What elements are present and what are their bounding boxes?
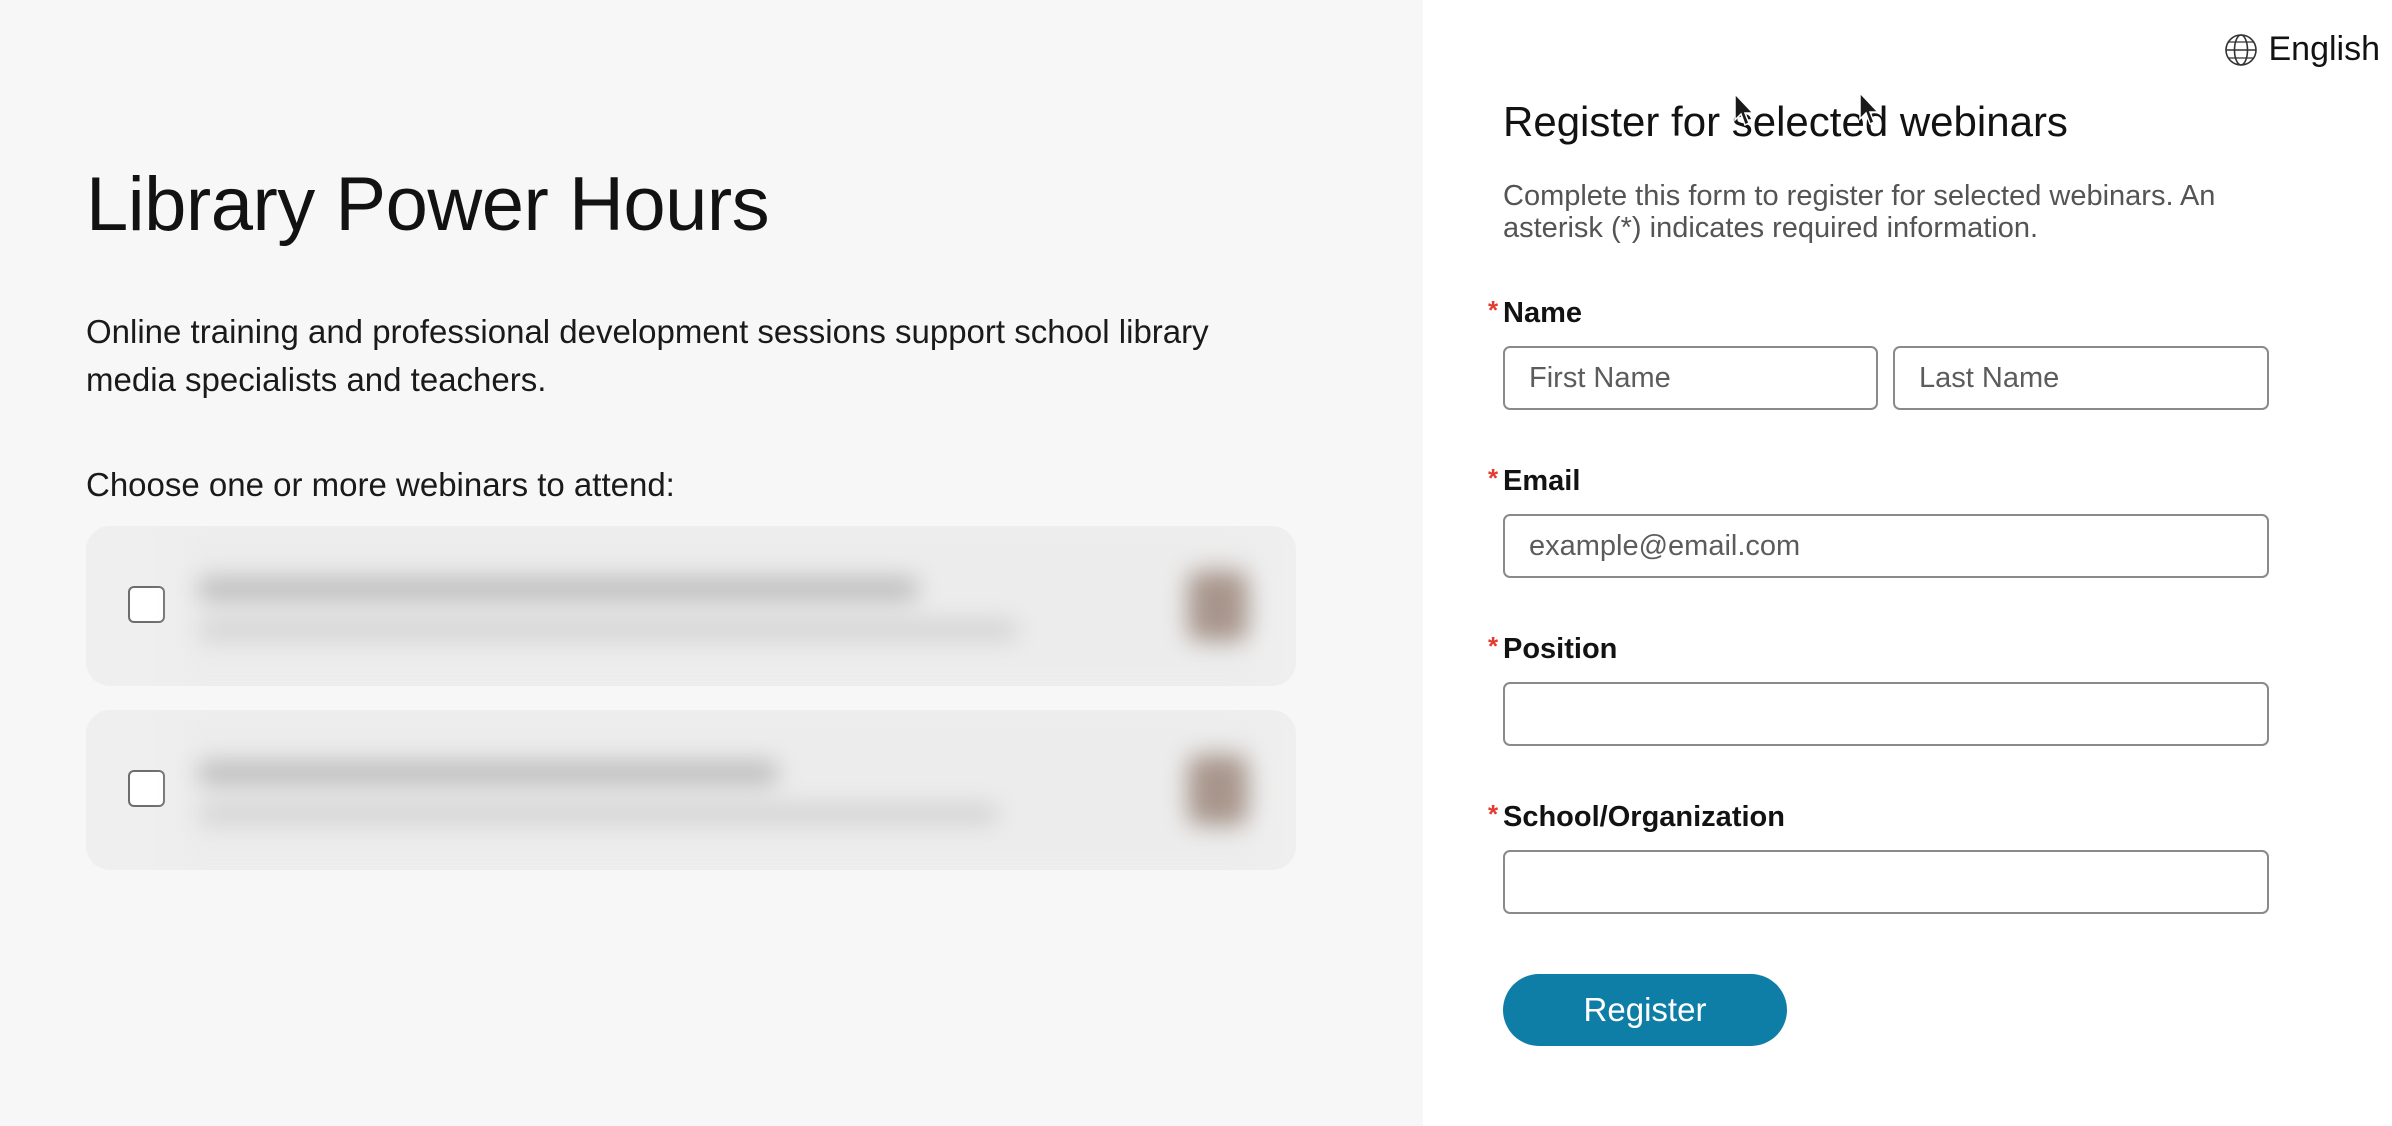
webinar-option-card[interactable] [86, 526, 1296, 686]
registration-panel: English Register for selected webinars C… [1423, 0, 2392, 1126]
webinar-checkbox[interactable] [128, 586, 165, 623]
webinar-choice-label: Choose one or more webinars to attend: [86, 466, 675, 503]
required-marker: * [1488, 295, 1499, 325]
webinar-details-blurred [178, 526, 1258, 686]
globe-icon [2225, 33, 2258, 66]
required-marker: * [1488, 463, 1499, 493]
register-button[interactable]: Register [1503, 974, 1787, 1046]
required-marker: * [1488, 799, 1499, 829]
email-label: * Email [1488, 463, 1581, 497]
webinar-checkbox[interactable] [128, 770, 165, 807]
language-label: English [2268, 30, 2380, 68]
language-selector[interactable]: English [2224, 30, 2380, 69]
webinar-host-avatar [1188, 571, 1248, 641]
organization-input[interactable] [1503, 850, 2269, 914]
position-label: * Position [1488, 631, 1618, 665]
organization-label: * School/Organization [1488, 799, 1785, 833]
name-label: * Name [1488, 295, 1582, 329]
page-description: Online training and professional develop… [86, 313, 1209, 398]
mouse-cursor-icon [1734, 93, 1755, 127]
webinar-option-card[interactable] [86, 710, 1296, 870]
first-name-input[interactable] [1503, 346, 1878, 410]
mouse-cursor-icon [1859, 92, 1880, 126]
form-title: Register for selected webinars [1503, 98, 2068, 145]
webinar-host-avatar [1188, 755, 1248, 825]
last-name-input[interactable] [1893, 346, 2269, 410]
event-info-panel: Library Power Hours Online training and … [0, 0, 1423, 1126]
form-description: Complete this form to register for selec… [1503, 180, 2216, 244]
position-input[interactable] [1503, 682, 2269, 746]
page-title: Library Power Hours [86, 162, 770, 247]
email-input[interactable] [1503, 514, 2269, 578]
required-marker: * [1488, 631, 1499, 661]
webinar-details-blurred [178, 710, 1258, 870]
